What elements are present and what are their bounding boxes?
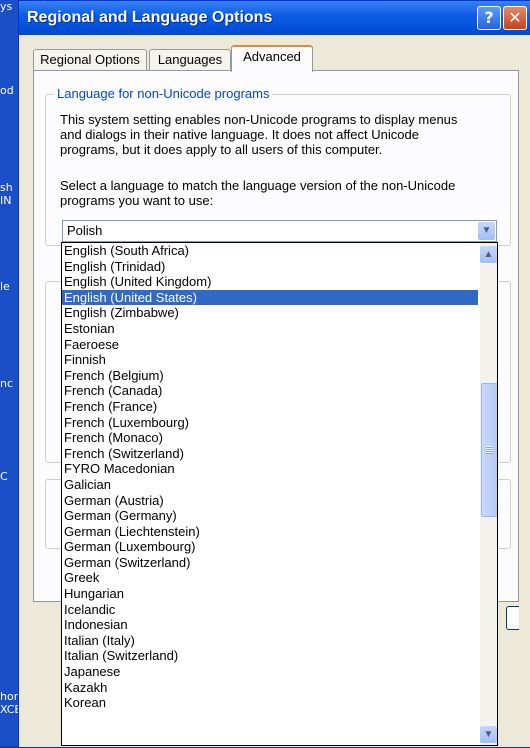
language-option[interactable]: Greek bbox=[62, 570, 478, 586]
language-option[interactable]: French (Monaco) bbox=[62, 430, 478, 446]
language-option[interactable]: French (Belgium) bbox=[62, 368, 478, 384]
close-button[interactable]: ✕ bbox=[503, 6, 527, 30]
tab-advanced[interactable]: Advanced bbox=[231, 45, 313, 72]
window-title: Regional and Language Options bbox=[27, 9, 273, 26]
scroll-down-button[interactable]: ▼ bbox=[480, 726, 497, 743]
language-option[interactable]: Korean bbox=[62, 695, 478, 711]
language-option[interactable]: German (Switzerland) bbox=[62, 555, 478, 571]
language-option[interactable]: English (Trinidad) bbox=[62, 259, 478, 275]
scroll-thumb[interactable] bbox=[481, 383, 497, 517]
scroll-up-button[interactable]: ▲ bbox=[480, 246, 497, 263]
non-unicode-group-title: Language for non-Unicode programs bbox=[54, 86, 273, 101]
language-option[interactable]: English (United Kingdom) bbox=[62, 274, 478, 290]
language-option[interactable]: Galician bbox=[62, 477, 478, 493]
non-unicode-language-select[interactable]: Polish ▼ bbox=[62, 220, 497, 242]
language-option[interactable]: French (France) bbox=[62, 399, 478, 415]
language-option[interactable]: German (Austria) bbox=[62, 493, 478, 509]
chevron-down-icon[interactable]: ▼ bbox=[478, 222, 495, 240]
language-option[interactable]: Estonian bbox=[62, 321, 478, 337]
description-line: and dialogs in their native language. It… bbox=[60, 127, 419, 142]
language-option[interactable]: Icelandic bbox=[62, 602, 478, 618]
desktop-label-fragment: C bbox=[0, 470, 8, 483]
tab-regional-options[interactable]: Regional Options bbox=[33, 49, 147, 70]
language-option[interactable]: English (United States) bbox=[62, 289, 478, 306]
prompt-line: Select a language to match the language … bbox=[60, 178, 456, 193]
language-option[interactable]: Japanese bbox=[62, 664, 478, 680]
description-line: This system setting enables non-Unicode … bbox=[60, 112, 458, 127]
language-prompt: Select a language to match the language … bbox=[60, 178, 455, 208]
desktop-label-fragment: nc bbox=[0, 377, 14, 390]
desktop-background: ys od sh IN le nc C bbox=[0, 0, 18, 746]
non-unicode-description: This system setting enables non-Unicode … bbox=[60, 112, 457, 157]
language-option[interactable]: French (Canada) bbox=[62, 383, 478, 399]
help-button[interactable]: ? bbox=[477, 6, 501, 30]
language-option[interactable]: French (Luxembourg) bbox=[62, 415, 478, 431]
desktop-label-fragment: IN bbox=[0, 194, 12, 207]
tab-languages[interactable]: Languages bbox=[149, 49, 231, 70]
desktop-label-fragment: le bbox=[0, 280, 10, 293]
language-option[interactable]: Indonesian bbox=[62, 617, 478, 633]
language-option[interactable]: Kazakh bbox=[62, 680, 478, 696]
language-dropdown-list[interactable]: English (South Africa) English (Trinidad)… bbox=[61, 242, 498, 746]
desktop-label-fragment: ys bbox=[0, 0, 13, 13]
language-option[interactable]: Finnish bbox=[62, 352, 478, 368]
selected-language-value: Polish bbox=[67, 223, 103, 238]
desktop-label-fragment: od bbox=[0, 84, 14, 97]
language-option[interactable]: German (Germany) bbox=[62, 508, 478, 524]
language-option[interactable]: German (Luxembourg) bbox=[62, 539, 478, 555]
desktop-label-fragment: sh bbox=[0, 181, 13, 194]
title-bar[interactable]: Regional and Language Options ? ✕ bbox=[19, 1, 530, 35]
description-line: programs, but it does apply to all users… bbox=[60, 142, 383, 157]
prompt-line: programs you want to use: bbox=[60, 193, 214, 208]
grip-icon bbox=[486, 446, 493, 454]
language-option[interactable]: Italian (Switzerland) bbox=[62, 648, 478, 664]
dropdown-scrollbar[interactable]: ▲ ▼ bbox=[480, 243, 497, 745]
language-option[interactable]: Hungarian bbox=[62, 586, 478, 602]
language-option[interactable]: English (Zimbabwe) bbox=[62, 305, 478, 321]
language-option[interactable]: French (Switzerland) bbox=[62, 446, 478, 462]
apply-button-edge[interactable] bbox=[506, 606, 519, 630]
language-option[interactable]: Italian (Italy) bbox=[62, 633, 478, 649]
language-list: English (South Africa) English (Trinidad)… bbox=[62, 243, 478, 711]
language-option[interactable]: FYRO Macedonian bbox=[62, 461, 478, 477]
language-option[interactable]: German (Liechtenstein) bbox=[62, 524, 478, 540]
language-option[interactable]: Faeroese bbox=[62, 337, 478, 353]
language-option[interactable]: English (South Africa) bbox=[62, 243, 478, 259]
